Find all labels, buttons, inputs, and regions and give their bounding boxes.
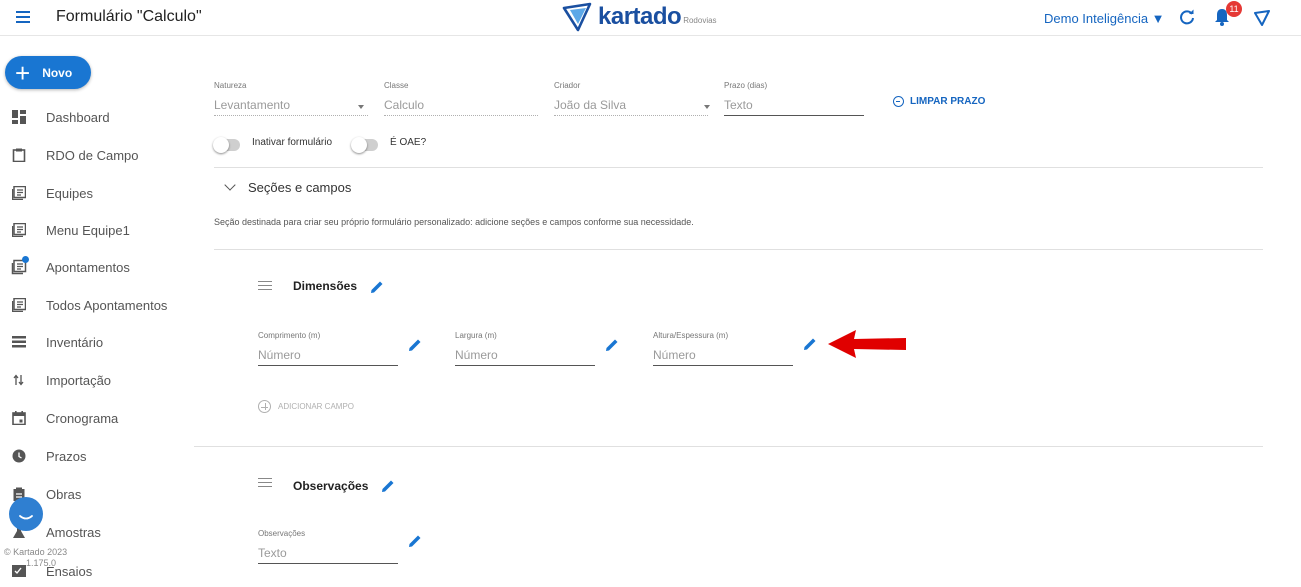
new-button-label: Novo xyxy=(42,65,73,80)
criador-dropdown-icon[interactable] xyxy=(704,105,710,109)
inactivate-form-label: Inativar formulário xyxy=(252,137,333,148)
list-icon xyxy=(12,223,26,237)
field-natureza-select[interactable]: Levantamento xyxy=(214,98,290,112)
edit-field-icon[interactable] xyxy=(604,337,620,353)
chat-smile-icon xyxy=(19,515,33,520)
field-observacoes-input[interactable]: Texto xyxy=(258,546,287,560)
sidebar-item-cronograma[interactable]: Cronograma xyxy=(12,407,118,429)
field-largura-label: Largura (m) xyxy=(455,331,497,340)
section-title-observacoes: Observações xyxy=(293,479,369,493)
plus-icon: + xyxy=(15,57,31,88)
organization-selector[interactable]: Demo Inteligência ▼ xyxy=(1044,11,1165,26)
oae-label: É OAE? xyxy=(390,137,427,148)
list-icon xyxy=(12,298,26,312)
page-title: Formulário "Calculo" xyxy=(56,8,202,25)
field-comprimento-input[interactable]: Número xyxy=(258,348,301,362)
chat-widget-button[interactable] xyxy=(9,497,43,531)
test-icon xyxy=(12,565,26,577)
import-icon xyxy=(13,374,24,386)
logo-subtitle: Rodovias xyxy=(683,16,717,25)
field-prazo-label: Prazo (dias) xyxy=(724,81,768,90)
field-comprimento-label: Comprimento (m) xyxy=(258,331,321,340)
sidebar: + Novo Dashboard RDO de Campo Equipes Me… xyxy=(0,37,190,587)
logo-mark-icon xyxy=(562,2,592,32)
main-content: Natureza Levantamento Classe Calculo Cri… xyxy=(190,37,1301,587)
sidebar-item-equipes[interactable]: Equipes xyxy=(12,182,93,204)
sidebar-item-importacao[interactable]: Importação xyxy=(12,369,111,391)
field-prazo-input[interactable]: Texto xyxy=(724,98,753,112)
chevron-down-icon xyxy=(224,179,236,191)
list-icon xyxy=(12,186,26,200)
refresh-icon[interactable] xyxy=(1179,9,1195,25)
field-criador-label: Criador xyxy=(554,81,581,90)
send-icon[interactable] xyxy=(1254,10,1270,26)
dashboard-icon xyxy=(12,110,26,124)
sidebar-item-ensaios[interactable]: Ensaios xyxy=(12,560,92,582)
kartado-logo: kartado Rodovias xyxy=(562,2,717,32)
sidebar-item-todos-apontamentos[interactable]: Todos Apontamentos xyxy=(12,294,167,316)
clear-deadline-button[interactable]: LIMPAR PRAZO xyxy=(893,96,985,107)
sidebar-item-rdo[interactable]: RDO de Campo xyxy=(12,144,138,166)
add-field-button[interactable]: ADICIONAR CAMPO xyxy=(258,400,354,413)
calendar-icon xyxy=(12,411,26,425)
sidebar-item-inventario[interactable]: Inventário xyxy=(12,331,103,353)
sidebar-item-dashboard[interactable]: Dashboard xyxy=(12,106,110,128)
field-largura-input[interactable]: Número xyxy=(455,348,498,362)
sidebar-item-apontamentos[interactable]: Apontamentos xyxy=(11,256,130,278)
section-title-dimensoes: Dimensões xyxy=(293,279,358,293)
field-classe-label: Classe xyxy=(384,81,409,90)
minus-circle-icon xyxy=(893,96,904,107)
edit-field-icon[interactable] xyxy=(802,336,818,352)
new-button[interactable]: + Novo xyxy=(5,56,91,89)
sidebar-item-menu-equipe1[interactable]: Menu Equipe1 xyxy=(12,219,130,241)
sidebar-item-prazos[interactable]: Prazos xyxy=(12,445,86,467)
top-bar: Formulário "Calculo" kartado Rodovias De… xyxy=(0,0,1301,36)
sections-description: Seção destinada para criar seu próprio f… xyxy=(214,217,694,227)
edit-section-icon[interactable] xyxy=(369,279,385,295)
field-observacoes-label: Observações xyxy=(258,529,306,538)
annotation-arrow-icon xyxy=(828,330,906,358)
plus-circle-icon xyxy=(258,400,271,413)
edit-field-icon[interactable] xyxy=(407,533,423,549)
lines-icon xyxy=(12,336,26,348)
list-badge-icon xyxy=(11,256,29,275)
natureza-dropdown-icon[interactable] xyxy=(358,105,364,109)
logo-text: kartado xyxy=(598,3,682,30)
menu-icon[interactable] xyxy=(16,11,30,23)
edit-field-icon[interactable] xyxy=(407,337,423,353)
field-altura-label: Altura/Espessura (m) xyxy=(653,331,729,340)
oae-toggle[interactable] xyxy=(351,137,378,153)
edit-section-icon[interactable] xyxy=(380,478,396,494)
field-classe-input[interactable]: Calculo xyxy=(384,98,424,112)
drag-handle-icon[interactable] xyxy=(258,281,272,290)
sections-expander[interactable]: Seções e campos xyxy=(224,179,351,195)
field-altura-input[interactable]: Número xyxy=(653,348,696,362)
field-criador-select[interactable]: João da Silva xyxy=(554,98,626,112)
clock-icon xyxy=(12,449,26,463)
field-natureza-label: Natureza xyxy=(214,81,247,90)
drag-handle-icon[interactable] xyxy=(258,478,272,487)
inactivate-form-toggle[interactable] xyxy=(213,137,240,153)
clipboard-icon xyxy=(12,148,26,162)
notification-badge: 11 xyxy=(1226,1,1242,17)
copyright: © Kartado 2023 xyxy=(4,547,68,557)
